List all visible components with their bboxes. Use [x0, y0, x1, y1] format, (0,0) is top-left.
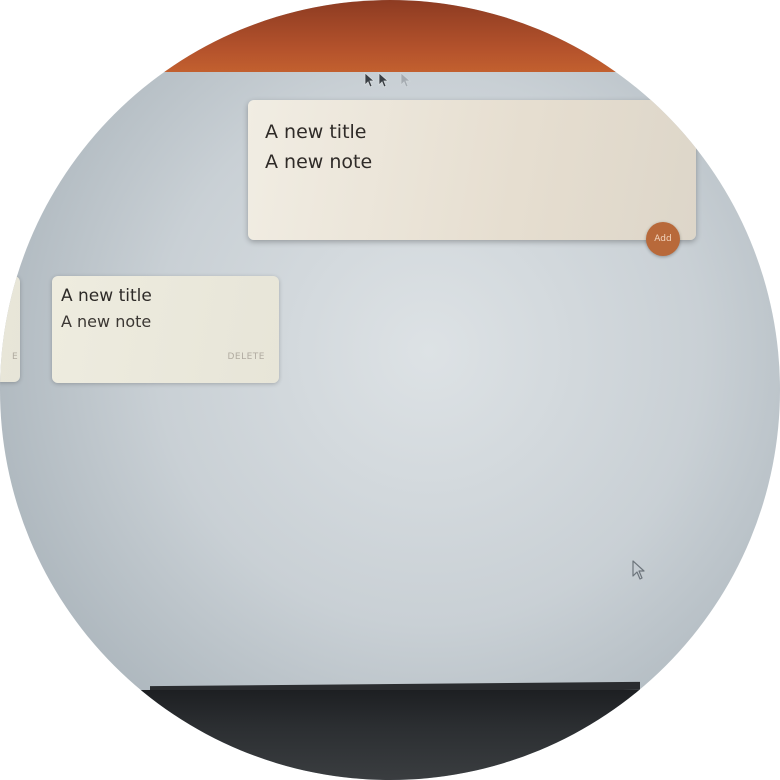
note-content: A new note [61, 312, 152, 331]
add-button-label: Add [654, 234, 672, 244]
add-note-button[interactable]: Add [646, 222, 680, 256]
mouse-pointer-icon [632, 560, 645, 580]
screen-photo: A new note Add E A new title A new note … [0, 0, 780, 780]
delete-button[interactable]: E [12, 352, 18, 362]
note-title-input[interactable] [265, 118, 665, 146]
note-title: A new title [61, 286, 152, 306]
arrow-cursor-icon [400, 72, 412, 88]
delete-button[interactable]: DELETE [227, 352, 265, 362]
arrow-cursor-icon [378, 72, 390, 88]
note-content-input[interactable]: A new note [265, 150, 665, 220]
app-header [0, 0, 780, 72]
note-card: A new title A new note DELETE [52, 276, 279, 383]
create-note-form: A new note Add [248, 100, 696, 256]
note-card: E [0, 276, 20, 382]
screen-bezel [0, 690, 780, 780]
arrow-cursor-icon [364, 72, 376, 88]
header-cursor-icons [362, 72, 422, 92]
